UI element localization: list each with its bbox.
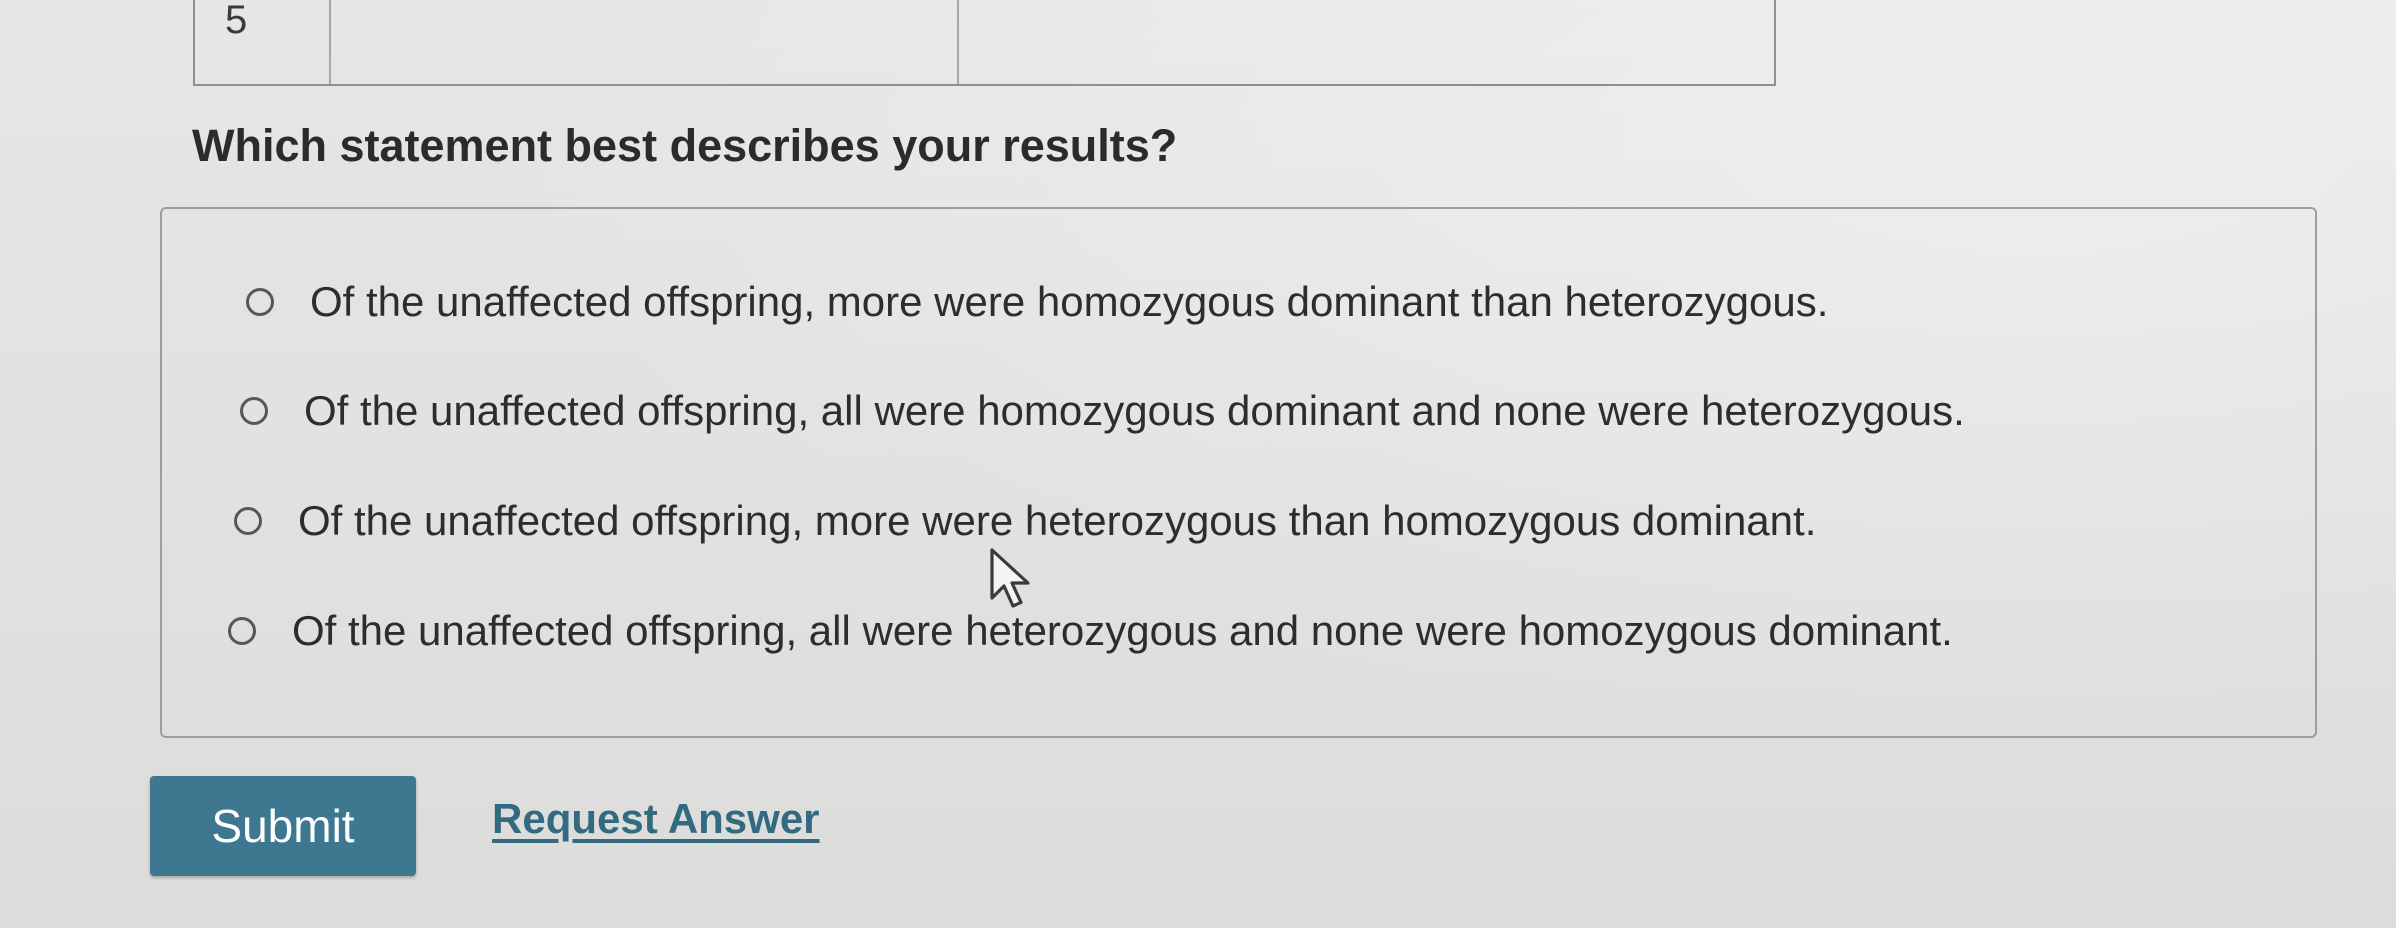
arrow-pointer-icon: [990, 548, 1030, 608]
question-prompt: Which statement best describes your resu…: [192, 120, 1178, 171]
answer-option-1[interactable]: Of the unaffected offspring, more were h…: [246, 278, 1828, 326]
radio-unchecked-icon[interactable]: [240, 397, 268, 425]
answer-option-label: Of the unaffected offspring, all were he…: [292, 607, 1953, 654]
radio-unchecked-icon[interactable]: [234, 507, 262, 535]
answer-option-3[interactable]: Of the unaffected offspring, more were h…: [234, 497, 1816, 545]
radio-unchecked-icon[interactable]: [228, 617, 256, 645]
submit-button[interactable]: Submit: [150, 776, 416, 876]
data-table-row: 5: [193, 0, 1776, 86]
answer-option-label: Of the unaffected offspring, all were ho…: [304, 387, 1965, 434]
answer-option-label: Of the unaffected offspring, more were h…: [310, 278, 1829, 325]
answer-option-4[interactable]: Of the unaffected offspring, all were he…: [228, 607, 1953, 655]
radio-unchecked-icon[interactable]: [246, 288, 274, 316]
request-answer-link[interactable]: Request Answer: [492, 795, 820, 843]
answer-option-label: Of the unaffected offspring, more were h…: [298, 497, 1817, 544]
table-cell-input[interactable]: [959, 0, 1774, 84]
table-cell-row-number: 5: [195, 0, 331, 84]
answer-options-group: Of the unaffected offspring, more were h…: [160, 207, 2317, 738]
table-cell-input[interactable]: [331, 0, 959, 84]
answer-option-2[interactable]: Of the unaffected offspring, all were ho…: [240, 387, 1965, 435]
